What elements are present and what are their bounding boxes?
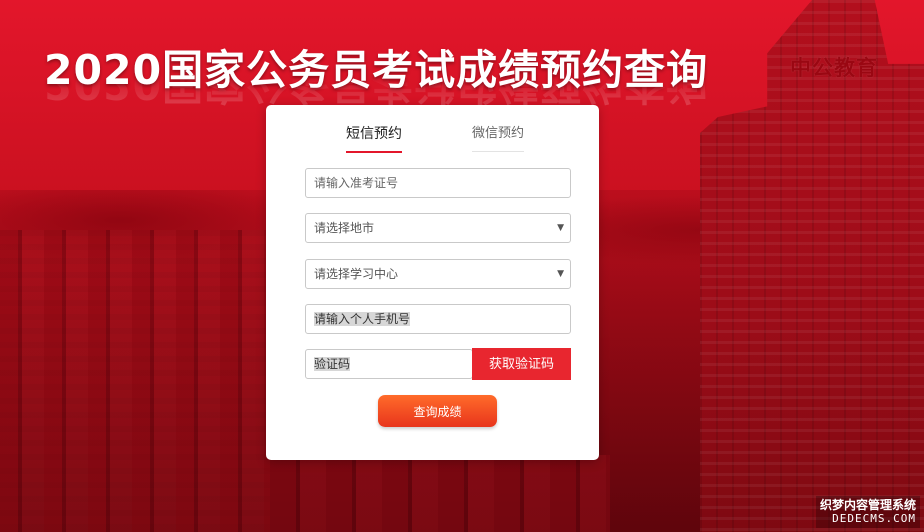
verification-code-value: 验证码 (314, 357, 351, 371)
tower-sign: 中公教育 (790, 56, 878, 80)
phone-input-value: 请输入个人手机号 (314, 312, 411, 326)
form-tabs: 短信预约 微信预约 (266, 123, 599, 153)
chevron-down-icon: ▼ (557, 223, 564, 233)
city-select-value: 请选择地市 (314, 221, 375, 235)
watermark-line1: 织梦内容管理系统 (819, 498, 916, 512)
query-score-button[interactable]: 查询成绩 (378, 395, 497, 427)
study-center-select-value: 请选择学习中心 (314, 267, 399, 281)
city-select[interactable]: 请选择地市 ▼ (305, 213, 571, 243)
chevron-down-icon: ▼ (557, 269, 564, 279)
background-city-bottom (270, 455, 610, 532)
get-verification-code-button[interactable]: 获取验证码 (472, 348, 571, 380)
verification-code-input[interactable]: 验证码 (305, 349, 473, 379)
watermark-line2: DEDECMS.COM (832, 512, 916, 525)
background-city-left (0, 230, 270, 532)
tab-wechat-booking[interactable]: 微信预约 (472, 123, 525, 152)
exam-id-input[interactable] (305, 168, 571, 198)
watermark: 织梦内容管理系统 DEDECMS.COM (815, 496, 920, 528)
query-form-card: 短信预约 微信预约 请选择地市 ▼ 请选择学习中心 ▼ 请输入个人手机号 验证码… (266, 105, 599, 460)
phone-input[interactable]: 请输入个人手机号 (305, 304, 571, 334)
study-center-select[interactable]: 请选择学习中心 ▼ (305, 259, 571, 289)
tab-sms-booking[interactable]: 短信预约 (346, 123, 402, 153)
page-background: 中公教育 2020国家公务员考试成绩预约查询 2020国家公务员考试成绩预约查询… (0, 0, 924, 532)
